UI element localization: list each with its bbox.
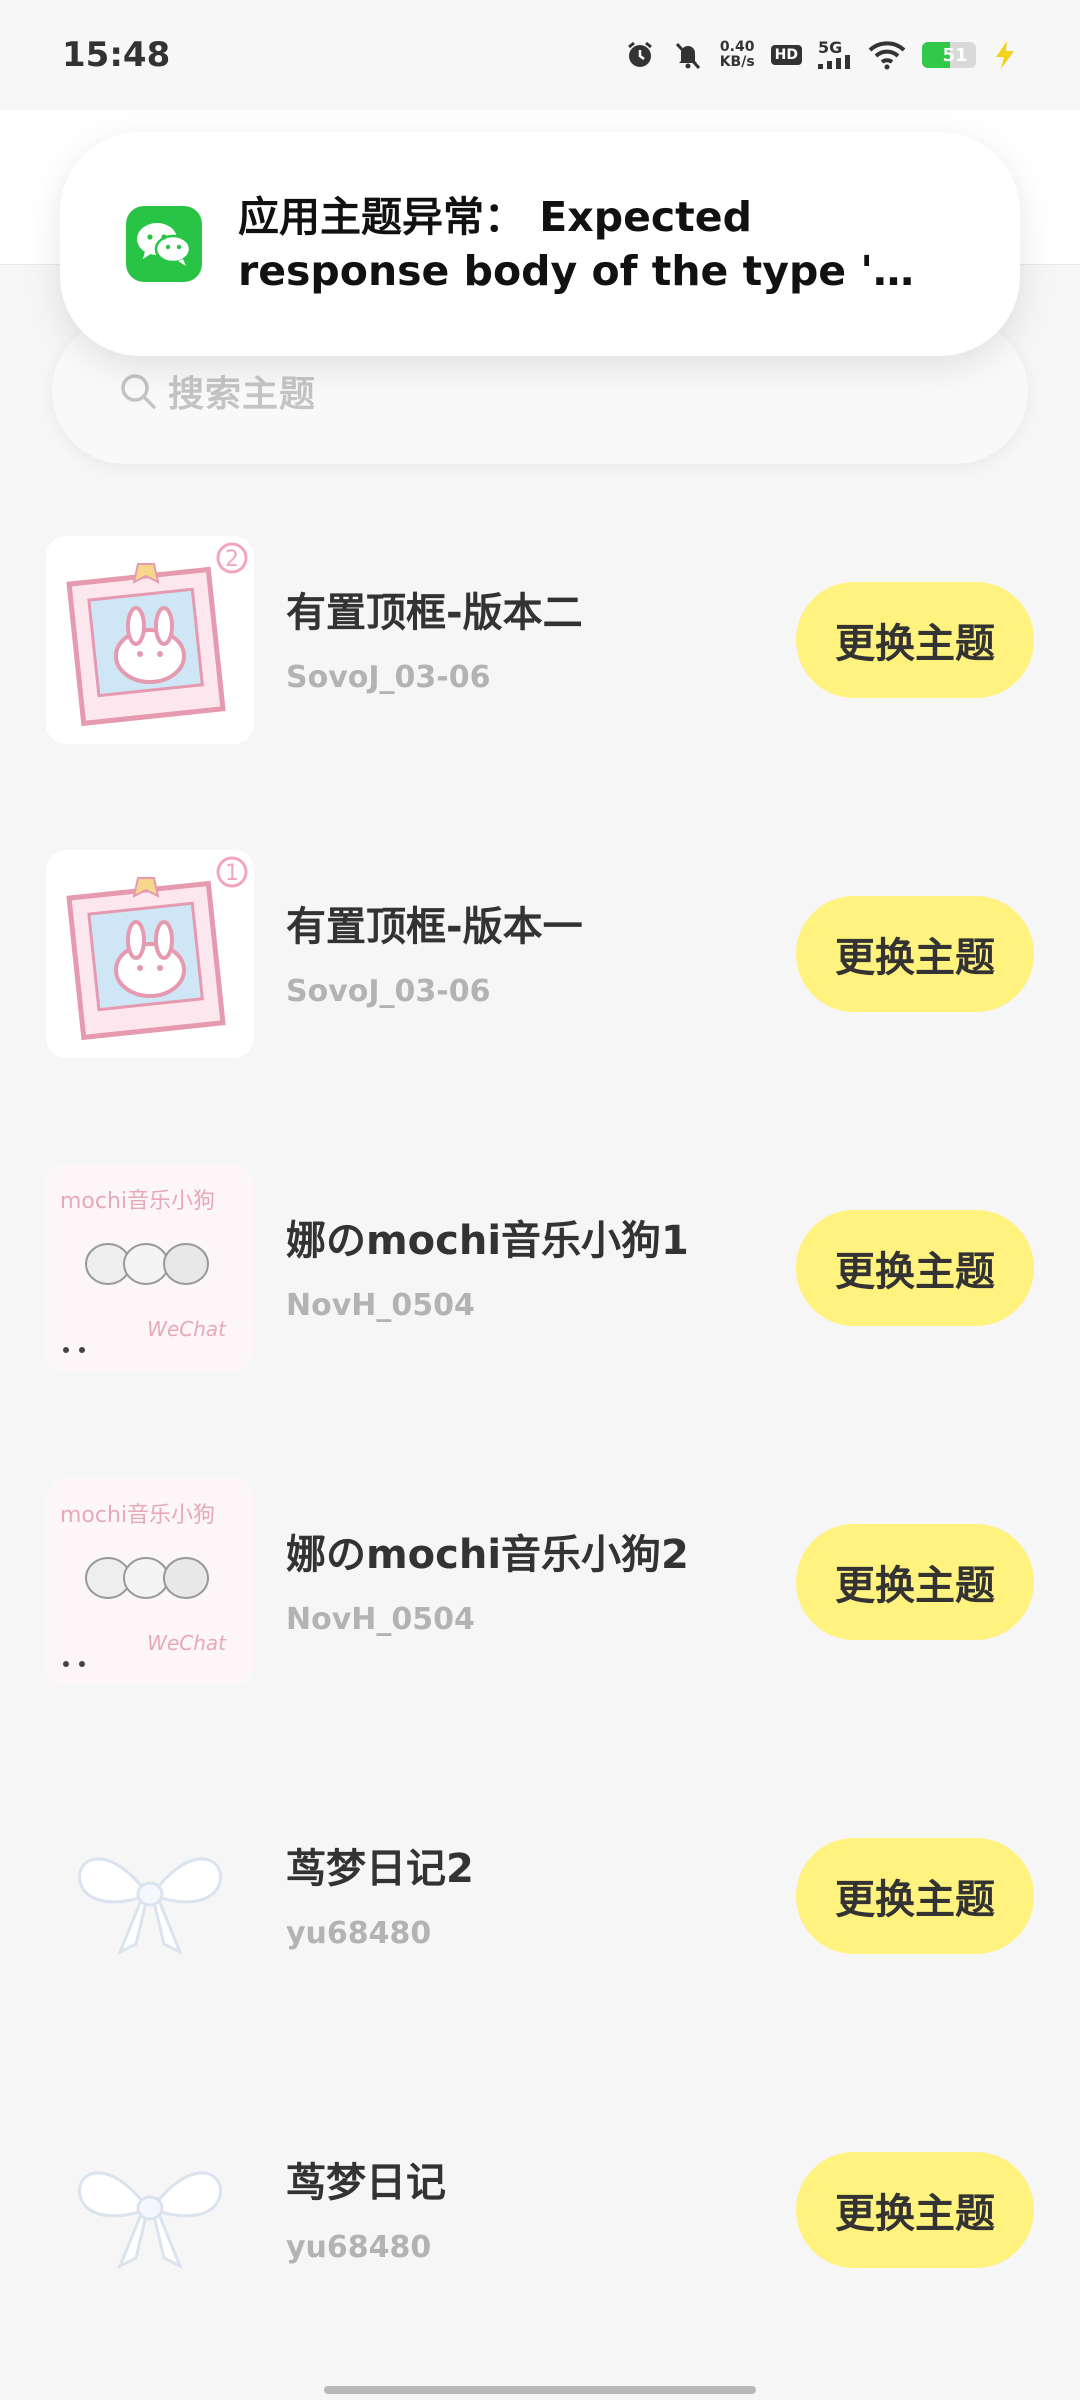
hd-badge: HD — [770, 45, 802, 65]
net-speed-value: 0.40 — [719, 39, 755, 55]
theme-thumbnail: 2 — [46, 536, 254, 744]
apply-theme-button[interactable]: 更换主题 — [796, 1838, 1034, 1954]
thumb-text: mochi音乐小狗 — [60, 1503, 215, 1528]
apply-theme-button[interactable]: 更换主题 — [796, 1524, 1034, 1640]
theme-author: SovoJ_03-06 — [286, 974, 491, 1009]
theme-author: yu68480 — [286, 2230, 432, 2265]
notification-toast[interactable]: 应用主题异常： Expected response body of the ty… — [60, 132, 1020, 356]
theme-author: NovH_0504 — [286, 1602, 475, 1637]
notification-title: 应用主题异常： Expected — [238, 193, 752, 241]
theme-title: 有置顶框-版本一 — [286, 904, 583, 950]
theme-title: 有置顶框-版本二 — [286, 590, 583, 636]
bunny-frame-icon: 1 — [66, 856, 248, 1041]
list-item[interactable]: mochi音乐小狗 WeChat 娜のmochi音乐小狗2 NovH_0504 … — [0, 1462, 1080, 1686]
thumb-sub-text: WeChat — [147, 1631, 227, 1655]
battery-level: 51 — [942, 44, 968, 66]
apply-theme-button[interactable]: 更换主题 — [796, 1210, 1034, 1326]
theme-thumbnail: mochi音乐小狗 WeChat — [46, 1478, 254, 1686]
charging-icon — [992, 41, 1018, 69]
theme-thumbnail — [46, 1792, 254, 2000]
status-bar: 15:48 0.40 KB/s HD 5G 51 — [0, 0, 1080, 110]
theme-title: 娜のmochi音乐小狗1 — [286, 1218, 689, 1264]
notification-body: response body of the type 'class … — [238, 247, 938, 295]
list-item[interactable]: mochi音乐小狗 WeChat 娜のmochi音乐小狗1 NovH_0504 … — [0, 1148, 1080, 1372]
search-placeholder: 搜索主题 — [168, 374, 317, 415]
theme-thumbnail: 1 — [46, 850, 254, 1058]
apply-theme-button[interactable]: 更换主题 — [796, 896, 1034, 1012]
notification-text: 应用主题异常： Expected response body of the ty… — [238, 190, 938, 298]
thumb-sub-text: WeChat — [147, 1317, 227, 1341]
home-indicator[interactable] — [324, 2386, 756, 2394]
mochi-dog-icon: mochi音乐小狗 WeChat — [46, 1164, 254, 1372]
theme-thumbnail: mochi音乐小狗 WeChat — [46, 1164, 254, 1372]
network-label: 5G — [818, 38, 843, 57]
apply-theme-button[interactable]: 更换主题 — [796, 2152, 1034, 2268]
theme-title: 茑梦日记2 — [286, 1846, 474, 1892]
thumb-badge: 1 — [225, 861, 239, 886]
white-bow-icon — [78, 2171, 222, 2270]
list-item[interactable]: 茑梦日记2 yu68480 更换主题 — [0, 1776, 1080, 1996]
wifi-icon — [868, 40, 906, 70]
net-speed-unit: KB/s — [719, 54, 755, 70]
theme-title: 茑梦日记 — [286, 2160, 446, 2206]
signal-icon: 5G — [818, 38, 852, 69]
white-bow-icon — [78, 1857, 222, 1956]
wechat-icon — [126, 206, 202, 282]
alarm-icon — [624, 39, 656, 71]
status-time: 15:48 — [62, 35, 171, 75]
theme-thumbnail — [46, 2106, 254, 2314]
status-icons: 0.40 KB/s HD 5G 51 — [624, 39, 1018, 71]
theme-title: 娜のmochi音乐小狗2 — [286, 1532, 689, 1578]
battery-icon: 51 — [922, 42, 976, 68]
thumb-text: mochi音乐小狗 — [60, 1189, 215, 1214]
apply-theme-button[interactable]: 更换主题 — [796, 582, 1034, 698]
theme-author: yu68480 — [286, 1916, 432, 1951]
search-icon — [121, 374, 156, 409]
bell-muted-icon — [672, 39, 704, 71]
list-item[interactable]: 2 有置顶框-版本二 SovoJ_03-06 更换主题 — [0, 520, 1080, 744]
list-item[interactable]: 1 有置顶框-版本一 SovoJ_03-06 更换主题 — [0, 834, 1080, 1058]
theme-author: SovoJ_03-06 — [286, 660, 491, 695]
thumb-badge: 2 — [225, 547, 239, 572]
net-speed: 0.40 KB/s — [720, 40, 755, 70]
theme-author: NovH_0504 — [286, 1288, 475, 1323]
bunny-frame-icon: 2 — [66, 542, 248, 727]
mochi-dog-icon: mochi音乐小狗 WeChat — [46, 1478, 254, 1686]
list-item[interactable]: 茑梦日记 yu68480 更换主题 — [0, 2090, 1080, 2310]
